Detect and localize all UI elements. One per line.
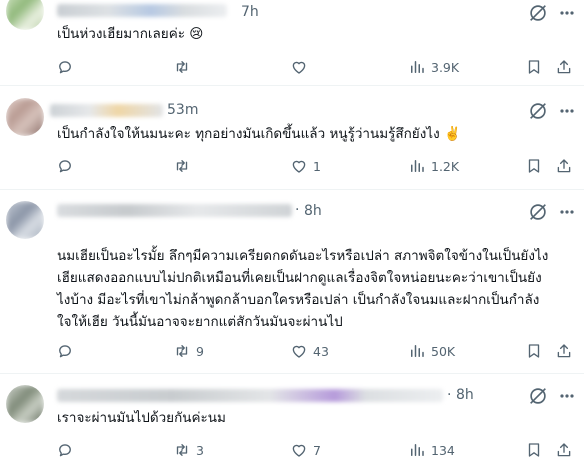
- separator-dot: ·: [295, 202, 300, 218]
- grok-icon[interactable]: [527, 385, 549, 407]
- post-text-line: เป็นกำลังใจให้นมนะคะ ทุกอย่างมันเกิดขึ้น…: [57, 126, 461, 142]
- reply-button[interactable]: [56, 56, 79, 78]
- post-time[interactable]: 8h: [304, 202, 322, 220]
- post-time[interactable]: 53m: [167, 101, 198, 119]
- separator-dot: ·: [447, 387, 452, 403]
- post-time[interactable]: 7h: [241, 3, 259, 21]
- reply-icon: [56, 441, 74, 459]
- views-button[interactable]: 50K: [408, 340, 455, 362]
- avatar[interactable]: [6, 385, 44, 423]
- repost-button[interactable]: 3: [173, 439, 204, 461]
- like-count: 7: [313, 442, 321, 458]
- post-text: เป็นห่วงเฮียมากเลยค่ะ 😢: [57, 23, 577, 45]
- views-button[interactable]: 3.9K: [408, 56, 459, 78]
- reply-icon: [56, 58, 74, 76]
- views-button[interactable]: 1.2K: [408, 155, 459, 177]
- grok-icon[interactable]: [527, 100, 549, 122]
- views-icon: [408, 342, 426, 360]
- views-icon: [408, 157, 426, 175]
- bookmark-icon[interactable]: [525, 157, 543, 175]
- reply-button[interactable]: [56, 439, 79, 461]
- post[interactable]: 7h เป็นห่วงเฮียมากเลยค่ะ 😢 3.9K: [0, 0, 584, 86]
- post-actions: 9 43 50K: [0, 340, 584, 362]
- like-button[interactable]: 7: [290, 439, 321, 461]
- bookmark-icon[interactable]: [525, 58, 543, 76]
- post-text-line: ใจให้เฮีย วันนี้มันอาจจะยากแต่สักวันมันจ…: [57, 314, 343, 330]
- like-count: 1: [313, 158, 321, 174]
- repost-button[interactable]: [173, 56, 196, 78]
- like-button[interactable]: 1: [290, 155, 321, 177]
- post-actions: 3 7 134: [0, 439, 584, 461]
- share-icon[interactable]: [555, 441, 573, 459]
- avatar[interactable]: [6, 201, 44, 239]
- repost-count: 3: [196, 442, 204, 458]
- avatar[interactable]: [6, 0, 44, 30]
- author-name[interactable]: [57, 389, 443, 402]
- grok-icon[interactable]: [527, 201, 549, 223]
- reply-button[interactable]: [56, 155, 79, 177]
- views-count: 3.9K: [431, 59, 460, 75]
- author-name[interactable]: [57, 4, 227, 17]
- bookmark-icon[interactable]: [525, 441, 543, 459]
- views-icon: [408, 58, 426, 76]
- post-actions: 1 1.2K: [0, 155, 584, 177]
- post-time[interactable]: 8h: [456, 386, 474, 404]
- share-icon[interactable]: [555, 342, 573, 360]
- reply-icon: [56, 157, 74, 175]
- post[interactable]: · 8h เราจะผ่านมันไปด้วยกันค่ะนม 3 7 134: [0, 374, 584, 465]
- like-button[interactable]: 43: [290, 340, 329, 362]
- like-icon: [290, 441, 308, 459]
- more-icon[interactable]: [557, 386, 577, 406]
- reply-icon: [56, 342, 74, 360]
- like-icon: [290, 157, 308, 175]
- post-text-line: เป็นห่วงเฮียมากเลยค่ะ 😢: [57, 26, 204, 42]
- views-count: 1.2K: [431, 158, 460, 174]
- like-button[interactable]: [290, 56, 313, 78]
- more-icon[interactable]: [557, 101, 577, 121]
- like-count: 43: [313, 343, 329, 359]
- post-text-line: เฮียแสดงออกแบบไม่ปกติเหมือนที่เคยเป็นฝาก…: [57, 270, 542, 286]
- author-name[interactable]: [57, 204, 292, 217]
- repost-button[interactable]: 9: [173, 340, 204, 362]
- post-text: นมเฮียเป็นอะไรมั้ย ลึกๆมีความเครียดกดดัน…: [57, 245, 577, 333]
- repost-icon: [173, 441, 191, 459]
- post-text-line: เราจะผ่านมันไปด้วยกันค่ะนม: [57, 410, 226, 426]
- author-name[interactable]: [50, 104, 163, 117]
- post-text: เป็นกำลังใจให้นมนะคะ ทุกอย่างมันเกิดขึ้น…: [57, 123, 577, 145]
- post[interactable]: · 8h นมเฮียเป็นอะไรมั้ย ลึกๆมีความเครียด…: [0, 190, 584, 374]
- post-text-line: ไงบ้าง มีอะไรที่เขาไม่กล้าพูดกล้าบอกใครห…: [57, 292, 540, 308]
- post-actions: 3.9K: [0, 56, 584, 78]
- post[interactable]: 53m เป็นกำลังใจให้นมนะคะ ทุกอย่างมันเกิด…: [0, 86, 584, 190]
- more-icon[interactable]: [557, 3, 577, 23]
- avatar[interactable]: [6, 98, 44, 136]
- grok-icon[interactable]: [527, 2, 549, 24]
- like-icon: [290, 58, 308, 76]
- share-icon[interactable]: [555, 58, 573, 76]
- views-count: 50K: [431, 343, 456, 359]
- repost-count: 9: [196, 343, 204, 359]
- repost-icon: [173, 342, 191, 360]
- share-icon[interactable]: [555, 157, 573, 175]
- repost-button[interactable]: [173, 155, 196, 177]
- like-icon: [290, 342, 308, 360]
- post-text-line: นมเฮียเป็นอะไรมั้ย ลึกๆมีความเครียดกดดัน…: [57, 248, 549, 264]
- views-button[interactable]: 134: [408, 439, 455, 461]
- repost-icon: [173, 58, 191, 76]
- post-text: เราจะผ่านมันไปด้วยกันค่ะนม: [57, 407, 577, 429]
- views-count: 134: [431, 442, 455, 458]
- repost-icon: [173, 157, 191, 175]
- bookmark-icon[interactable]: [525, 342, 543, 360]
- reply-button[interactable]: [56, 340, 79, 362]
- more-icon[interactable]: [557, 202, 577, 222]
- views-icon: [408, 441, 426, 459]
